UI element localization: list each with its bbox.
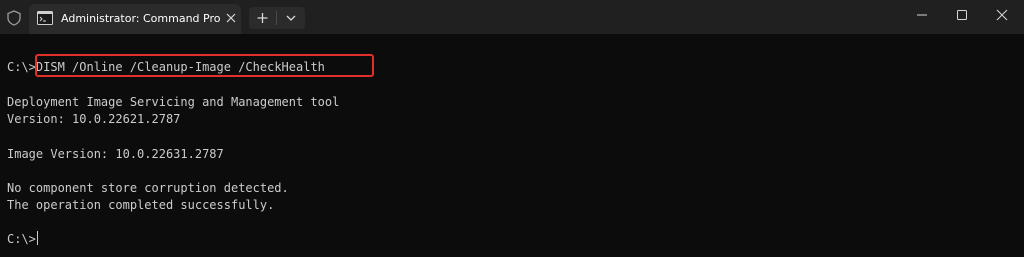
output-line: The operation completed successfully.: [7, 198, 275, 212]
title-bar: Administrator: Command Pro: [0, 0, 1024, 34]
prompt: C:\>: [7, 60, 36, 74]
tab-title: Administrator: Command Pro: [61, 12, 221, 25]
tab-command-prompt[interactable]: Administrator: Command Pro: [29, 4, 241, 34]
chevron-down-icon[interactable]: [277, 7, 305, 29]
output-line: Image Version: 10.0.22631.2787: [7, 147, 224, 161]
terminal-output[interactable]: C:\>DISM /Online /Cleanup-Image /CheckHe…: [0, 34, 1024, 257]
terminal-window: Administrator: Command Pro C:\>DISM /Onl…: [0, 0, 1024, 257]
close-icon[interactable]: [225, 12, 237, 24]
close-icon[interactable]: [982, 0, 1022, 30]
output-line: No component store corruption detected.: [7, 181, 289, 195]
command-highlight: [35, 54, 374, 77]
final-prompt-line: C:\>: [7, 230, 38, 248]
minimize-icon[interactable]: [902, 0, 942, 30]
output-line: Version: 10.0.22621.2787: [7, 112, 181, 126]
cmd-icon: [37, 11, 53, 25]
maximize-icon[interactable]: [942, 0, 982, 30]
output-line: Deployment Image Servicing and Managemen…: [7, 95, 340, 109]
new-tab-group: [249, 7, 305, 29]
text-cursor: [36, 231, 38, 245]
plus-icon[interactable]: [249, 7, 276, 29]
prompt: C:\>: [7, 232, 36, 246]
shield-icon: [7, 10, 21, 26]
